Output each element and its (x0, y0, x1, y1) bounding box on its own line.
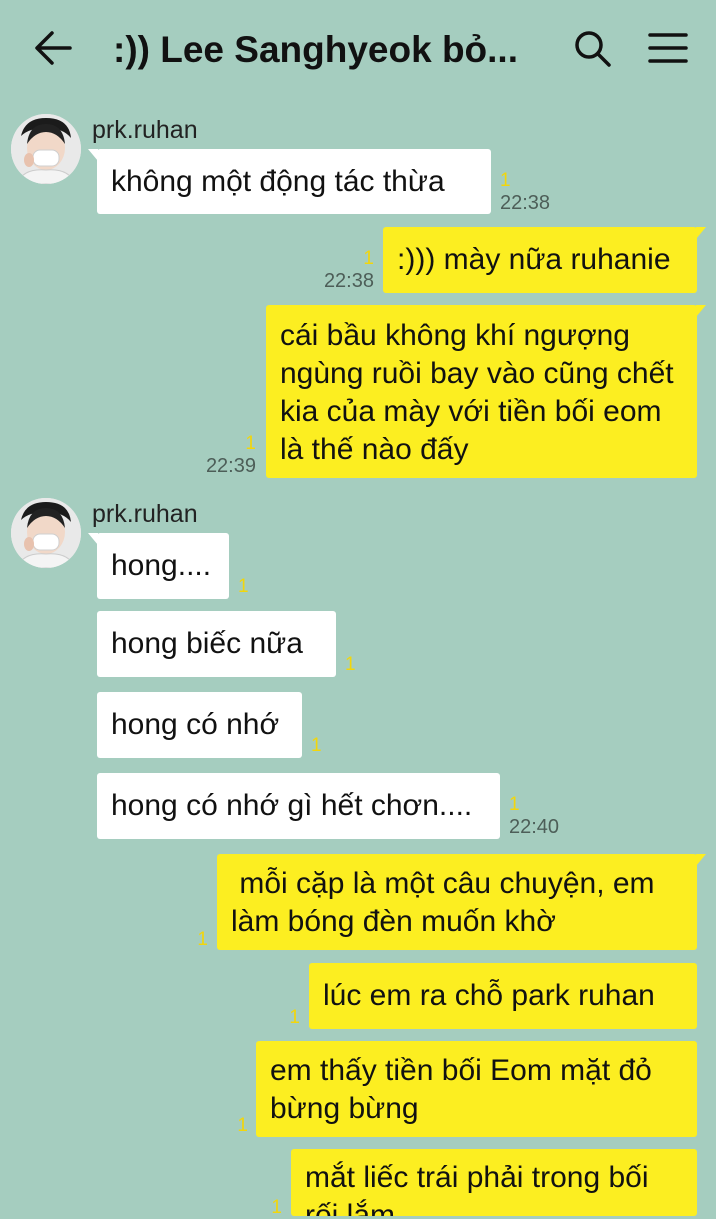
message-meta: 1 (228, 1115, 248, 1137)
outgoing-message-bubble[interactable]: mắt liếc trái phải trong bối rối lắm (291, 1149, 697, 1216)
message-meta: 1 22:40 (509, 794, 559, 838)
unread-count: 1 (289, 1007, 300, 1028)
unread-count: 1 (245, 433, 256, 454)
sender-name: prk.ruhan (92, 116, 198, 144)
outgoing-message-bubble[interactable]: :))) mày nữa ruhanie (383, 227, 706, 293)
unread-count: 1 (238, 576, 249, 597)
outgoing-message-bubble[interactable]: mỗi cặp là một câu chuyện, em làm bóng đ… (217, 854, 706, 950)
incoming-message-bubble[interactable]: hong có nhớ gì hết chơn.... (97, 773, 500, 839)
message-text: mắt liếc trái phải trong bối rối lắm (305, 1161, 649, 1216)
incoming-message-bubble[interactable]: hong có nhớ (97, 692, 302, 758)
message-meta: 1 22:38 (300, 248, 374, 292)
message-meta: 1 (345, 654, 356, 676)
message-time: 22:38 (500, 192, 551, 214)
message-meta: 1 22:38 (500, 170, 550, 214)
message-meta: 1 22:39 (190, 433, 256, 477)
message-text: không một động tác thừa (111, 165, 445, 198)
message-text: hong có nhớ gì hết chơn.... (111, 789, 473, 822)
hamburger-menu-icon[interactable] (648, 32, 688, 64)
message-meta: 1 (238, 576, 249, 598)
message-text: hong có nhớ (111, 708, 280, 741)
message-text: hong.... (111, 549, 212, 582)
unread-count: 1 (363, 248, 374, 269)
message-time: 22:38 (323, 270, 374, 292)
message-text: lúc em ra chỗ park ruhan (323, 979, 655, 1012)
message-time: 22:40 (509, 816, 560, 838)
message-text: mỗi cặp là một câu chuyện, em làm bóng đ… (231, 867, 663, 938)
unread-count: 1 (311, 735, 322, 756)
avatar[interactable] (11, 498, 81, 568)
incoming-message-bubble[interactable]: hong.... (88, 533, 229, 599)
incoming-message-bubble[interactable]: hong biếc nữa (97, 611, 336, 677)
search-icon[interactable] (574, 30, 612, 68)
chat-title: :)) Lee Sanghyeok bỏ... (113, 29, 518, 70)
message-meta: 1 (311, 735, 322, 757)
message-meta: 1 (190, 929, 208, 951)
message-time: 22:39 (205, 455, 256, 477)
unread-count: 1 (237, 1115, 248, 1136)
unread-count: 1 (500, 170, 511, 191)
message-text: em thấy tiền bối Eom mặt đỏ bừng bừng (270, 1054, 652, 1125)
unread-count: 1 (197, 929, 208, 950)
unread-count: 1 (509, 794, 520, 815)
arrow-left-icon[interactable] (30, 28, 74, 68)
incoming-message-bubble[interactable]: không một động tác thừa (88, 149, 491, 214)
outgoing-message-bubble[interactable]: lúc em ra chỗ park ruhan (309, 963, 697, 1029)
chat-header: :)) Lee Sanghyeok bỏ... (0, 0, 716, 98)
message-text: hong biếc nữa (111, 627, 303, 660)
outgoing-message-bubble[interactable]: em thấy tiền bối Eom mặt đỏ bừng bừng (256, 1041, 697, 1137)
sender-name: prk.ruhan (92, 500, 198, 528)
outgoing-message-bubble[interactable]: cái bầu không khí ngượng ngùng ruồi bay … (266, 305, 706, 478)
message-meta: 1 (280, 1007, 300, 1029)
avatar[interactable] (11, 114, 81, 184)
message-text: :))) mày nữa ruhanie (397, 243, 671, 276)
message-text: cái bầu không khí ngượng ngùng ruồi bay … (280, 319, 674, 466)
unread-count: 1 (345, 654, 356, 675)
